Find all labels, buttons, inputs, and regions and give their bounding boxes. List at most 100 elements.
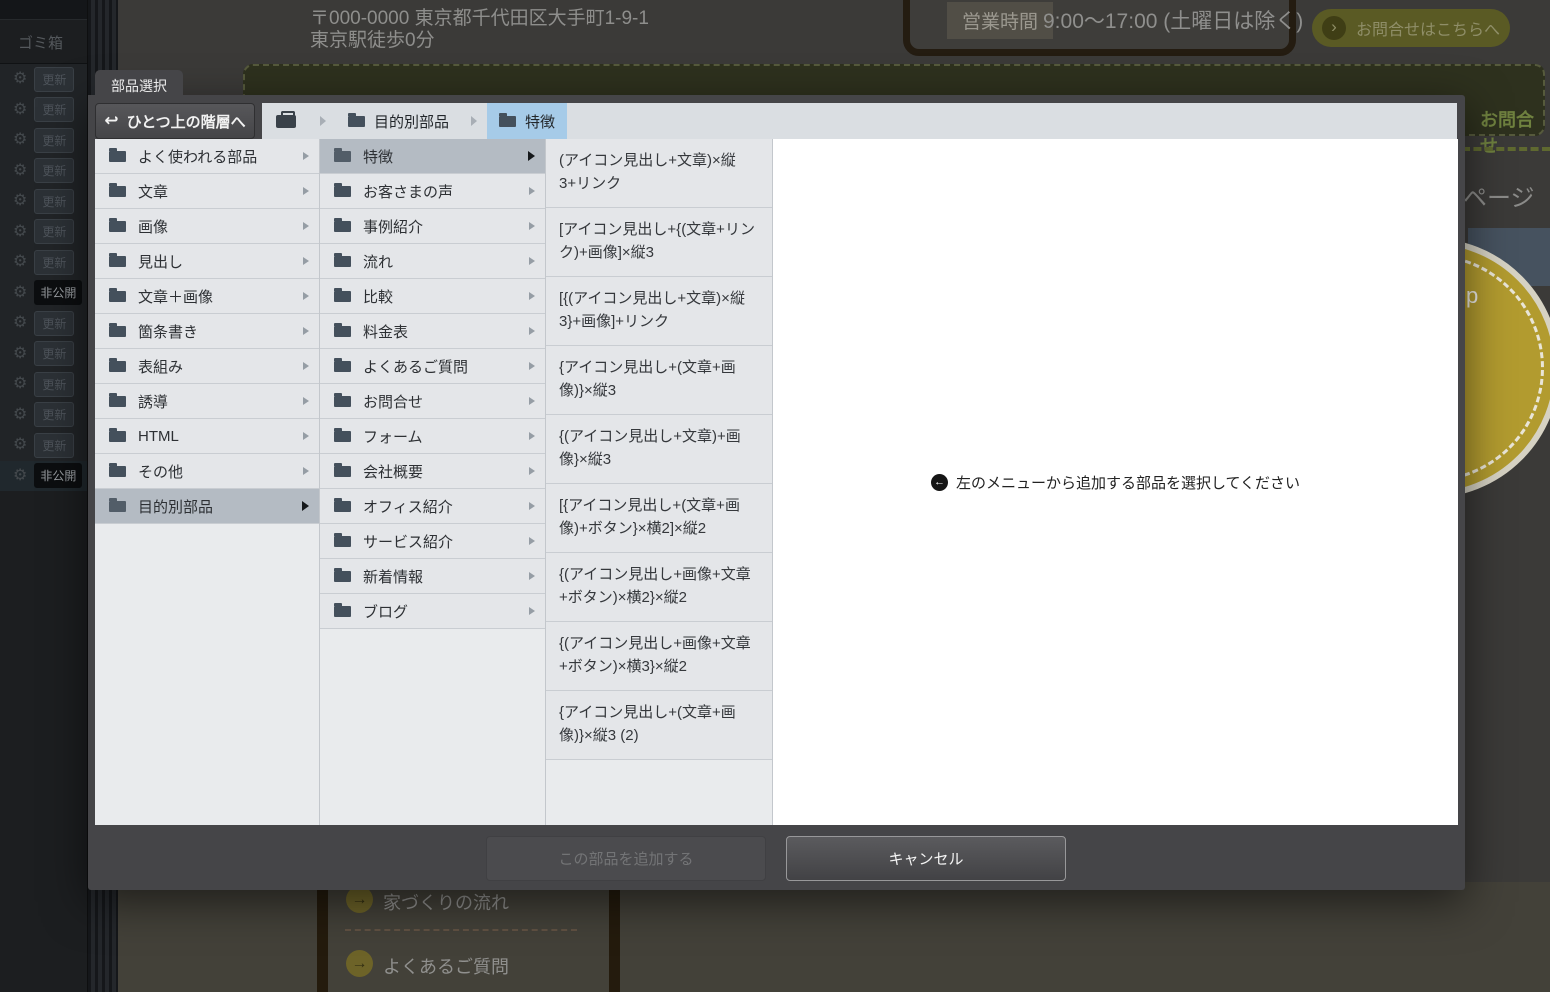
- breadcrumb-item-parent[interactable]: 目的別部品: [336, 103, 461, 139]
- part-item[interactable]: {(アイコン見出し+文章)+画像}×縦3: [546, 415, 772, 484]
- business-hours-label: 営業時間: [947, 2, 1053, 39]
- gear-icon[interactable]: ⚙: [13, 163, 27, 179]
- status-badge[interactable]: 更新: [34, 67, 74, 92]
- folder-icon: [334, 361, 351, 372]
- folder-icon: [109, 466, 126, 477]
- folder-icon: [109, 431, 126, 442]
- folder-icon: [334, 151, 351, 162]
- part-item[interactable]: [アイコン見出し+{(文章+リンク)+画像]×縦3: [546, 208, 772, 277]
- status-badge[interactable]: 更新: [34, 311, 74, 336]
- address-line-2: 東京駅徒歩0分: [310, 30, 649, 52]
- gear-icon[interactable]: ⚙: [13, 132, 27, 148]
- chevron-right-icon: [303, 152, 309, 160]
- category-item[interactable]: サービス紹介: [320, 524, 545, 559]
- status-badge[interactable]: 更新: [34, 189, 74, 214]
- category-item[interactable]: 箇条書き: [95, 314, 319, 349]
- category-item[interactable]: 新着情報: [320, 559, 545, 594]
- part-item[interactable]: {(アイコン見出し+画像+文章+ボタン)×横2}×縦2: [546, 553, 772, 622]
- arrow-right-circle-icon: →: [346, 886, 373, 913]
- gear-icon[interactable]: ⚙: [13, 407, 27, 423]
- chevron-right-icon: [529, 222, 535, 230]
- part-item[interactable]: (アイコン見出し+文章)×縦3+リンク: [546, 139, 772, 208]
- category-item[interactable]: 料金表: [320, 314, 545, 349]
- category-item[interactable]: 見出し: [95, 244, 319, 279]
- category-item[interactable]: お問合せ: [320, 384, 545, 419]
- category-item[interactable]: お客さまの声: [320, 174, 545, 209]
- part-item[interactable]: [{アイコン見出し+(文章+画像)+ボタン}×横2]×縦2: [546, 484, 772, 553]
- site-address: 〒000-0000 東京都千代田区大手町1-9-1 東京駅徒歩0分: [310, 8, 649, 52]
- go-up-level-button[interactable]: ↩ ひとつ上の階層へ: [95, 103, 255, 139]
- footer-link-flow[interactable]: 家づくりの流れ: [383, 889, 509, 915]
- category-item[interactable]: 流れ: [320, 244, 545, 279]
- gear-icon[interactable]: ⚙: [13, 193, 27, 209]
- status-badge[interactable]: 更新: [34, 372, 74, 397]
- part-item[interactable]: {アイコン見出し+(文章+画像)}×縦3 (2): [546, 691, 772, 760]
- chevron-right-icon: [303, 187, 309, 195]
- category-item[interactable]: 画像: [95, 209, 319, 244]
- chevron-right-icon: [320, 116, 326, 126]
- category-item[interactable]: 表組み: [95, 349, 319, 384]
- part-item[interactable]: [{(アイコン見出し+文章)×縦3}+画像]+リンク: [546, 277, 772, 346]
- category-item[interactable]: 目的別部品: [95, 489, 319, 524]
- briefcase-icon[interactable]: [276, 115, 296, 128]
- category-item[interactable]: 事例紹介: [320, 209, 545, 244]
- cancel-button[interactable]: キャンセル: [786, 836, 1066, 881]
- category-item[interactable]: 誘導: [95, 384, 319, 419]
- part-item[interactable]: {(アイコン見出し+画像+文章+ボタン)×横3}×縦2: [546, 622, 772, 691]
- chevron-right-icon: [529, 502, 535, 510]
- gear-icon[interactable]: ⚙: [13, 376, 27, 392]
- folder-icon: [109, 291, 126, 302]
- gear-icon[interactable]: ⚙: [13, 224, 27, 240]
- address-line-1: 〒000-0000 東京都千代田区大手町1-9-1: [310, 8, 649, 30]
- status-badge[interactable]: 更新: [34, 97, 74, 122]
- dashed-divider: [1462, 147, 1550, 151]
- breadcrumb-item-current[interactable]: 特徴: [487, 103, 567, 139]
- category-item[interactable]: HTML: [95, 419, 319, 454]
- gear-icon[interactable]: ⚙: [13, 71, 27, 87]
- category-item[interactable]: よく使われる部品: [95, 139, 319, 174]
- status-badge[interactable]: 更新: [34, 402, 74, 427]
- add-part-button[interactable]: この部品を追加する: [486, 836, 766, 881]
- gear-icon[interactable]: ⚙: [13, 315, 27, 331]
- breadcrumb: 目的別部品 特徴: [262, 103, 1457, 139]
- status-badge[interactable]: 更新: [34, 219, 74, 244]
- category-label: サービス紹介: [363, 531, 453, 552]
- gear-icon[interactable]: ⚙: [13, 285, 27, 301]
- gear-icon[interactable]: ⚙: [13, 254, 27, 270]
- chevron-right-icon: [529, 572, 535, 580]
- chevron-right-icon: [303, 222, 309, 230]
- gear-icon[interactable]: ⚙: [13, 468, 27, 484]
- category-item[interactable]: フォーム: [320, 419, 545, 454]
- folder-icon: [334, 571, 351, 582]
- category-item[interactable]: 会社概要: [320, 454, 545, 489]
- status-badge[interactable]: 更新: [34, 250, 74, 275]
- status-badge[interactable]: 更新: [34, 341, 74, 366]
- category-item[interactable]: 比較: [320, 279, 545, 314]
- status-badge[interactable]: 更新: [34, 128, 74, 153]
- status-badge[interactable]: 非公開: [34, 280, 82, 305]
- status-badge[interactable]: 更新: [34, 158, 74, 183]
- gear-icon[interactable]: ⚙: [13, 102, 27, 118]
- gear-icon[interactable]: ⚙: [13, 346, 27, 362]
- preview-panel: ← 左のメニューから追加する部品を選択してください: [773, 139, 1458, 825]
- category-item[interactable]: ブログ: [320, 594, 545, 629]
- parts-column-level3: (アイコン見出し+文章)×縦3+リンク [アイコン見出し+{(文章+リンク)+画…: [546, 139, 773, 825]
- category-item[interactable]: 文章＋画像: [95, 279, 319, 314]
- status-badge[interactable]: 非公開: [34, 463, 82, 488]
- category-label: 見出し: [138, 251, 183, 272]
- category-label: 箇条書き: [138, 321, 198, 342]
- category-item[interactable]: よくあるご質問: [320, 349, 545, 384]
- contact-us-button[interactable]: › お問合せはこちらへ: [1312, 9, 1510, 47]
- status-badge[interactable]: 更新: [34, 433, 74, 458]
- category-item[interactable]: 文章: [95, 174, 319, 209]
- gear-icon[interactable]: ⚙: [13, 437, 27, 453]
- category-label: 特徴: [363, 146, 393, 167]
- category-item[interactable]: オフィス紹介: [320, 489, 545, 524]
- category-item[interactable]: 特徴: [320, 139, 545, 174]
- category-item[interactable]: その他: [95, 454, 319, 489]
- trash-label[interactable]: ゴミ箱: [18, 32, 87, 53]
- part-item[interactable]: {アイコン見出し+(文章+画像)}×縦3: [546, 346, 772, 415]
- folder-icon: [109, 256, 126, 267]
- footer-link-faq[interactable]: よくあるご質問: [383, 953, 509, 979]
- folder-icon: [334, 431, 351, 442]
